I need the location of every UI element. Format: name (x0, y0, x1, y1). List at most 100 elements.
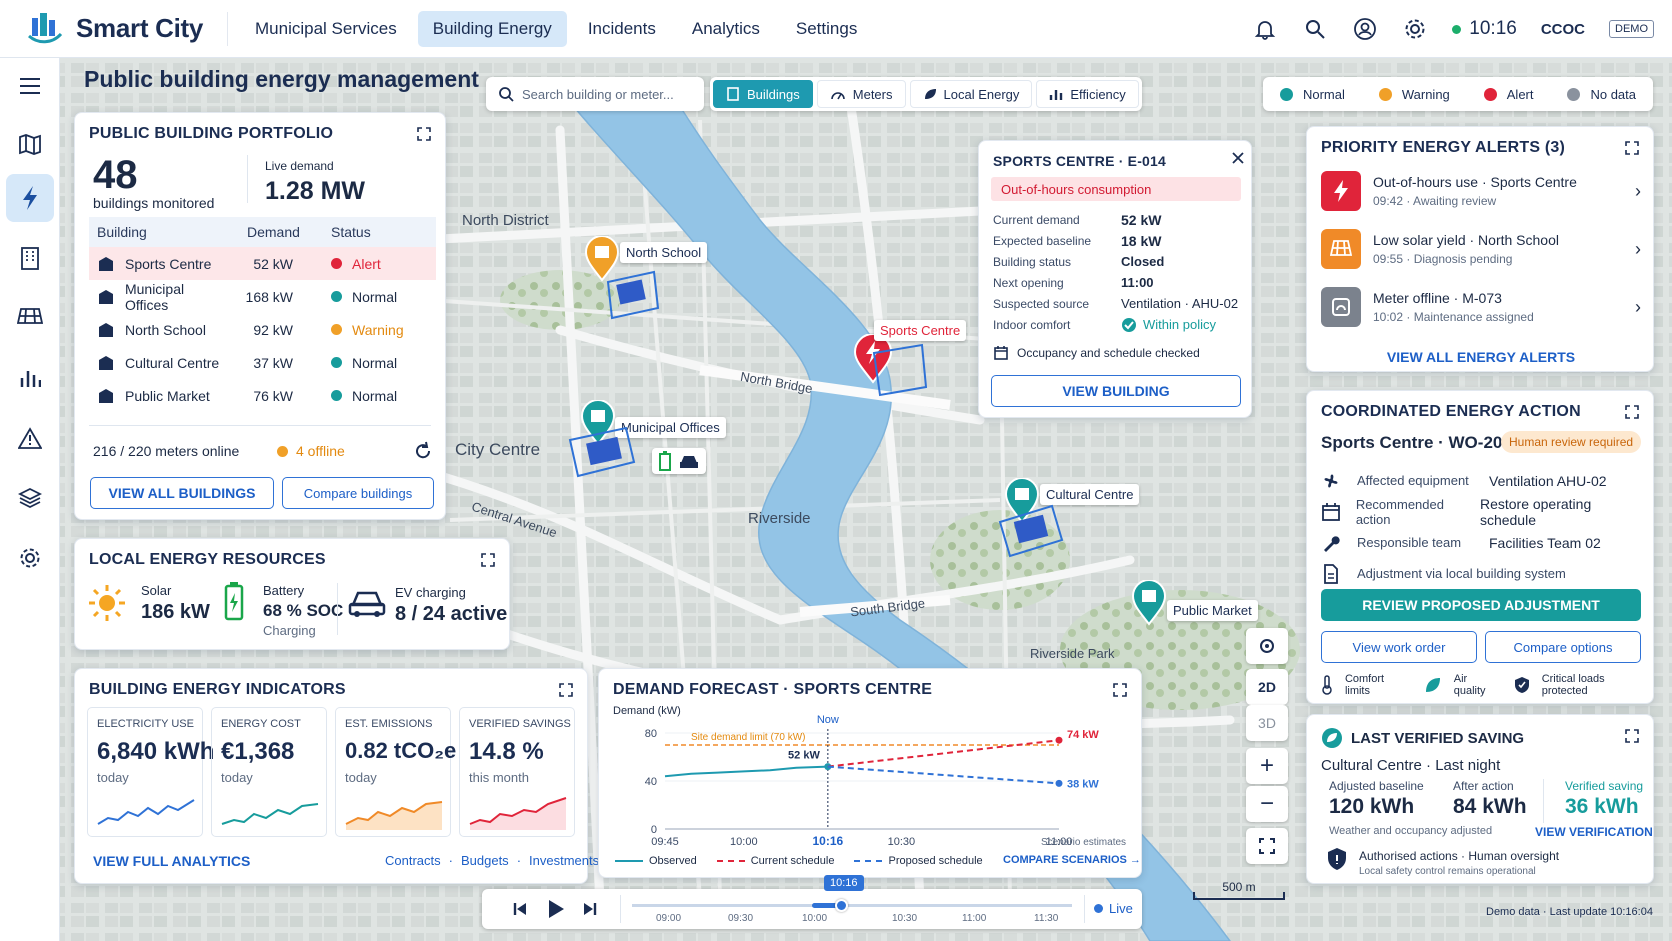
table-row[interactable]: Cultural Centre 37 kW Normal (89, 346, 436, 379)
layer-buildings[interactable]: Buildings (713, 80, 813, 108)
zoom-in-button[interactable]: + (1246, 748, 1288, 784)
kpi-label: ENERGY COST (221, 718, 301, 730)
expand-icon[interactable] (1625, 141, 1639, 155)
map-icon[interactable] (6, 120, 54, 168)
expand-icon[interactable] (559, 683, 573, 697)
menu-icon[interactable] (6, 62, 54, 110)
skip-back-icon[interactable] (512, 901, 528, 917)
layer-efficiency[interactable]: Efficiency (1036, 80, 1139, 108)
warning-icon[interactable] (6, 414, 54, 462)
timeline-handle[interactable] (835, 899, 848, 912)
ev-label: EV charging (395, 585, 466, 600)
alert-item[interactable]: Meter offline · M-073 10:02 · Maintenance… (1321, 287, 1641, 327)
alert-item[interactable]: Low solar yield · North School 09:55 · Di… (1321, 229, 1641, 269)
marker-public-market[interactable] (1131, 579, 1167, 629)
budgets-link[interactable]: Budgets (461, 853, 509, 868)
building-popup: SPORTS CENTRE · E-014 Out-of-hours consu… (978, 140, 1252, 418)
kpi-cost[interactable]: ENERGY COST €1,368 today (211, 707, 327, 837)
demand-limit-label: Site demand limit (70 kW) (691, 732, 805, 743)
alert-item[interactable]: Out-of-hours use · Sports Centre 09:42 · … (1321, 171, 1641, 211)
check-circle-icon (1122, 317, 1136, 332)
marker-label-public-market: Public Market (1167, 600, 1258, 621)
zoom-out-button[interactable]: − (1246, 786, 1288, 822)
local-energy-title: LOCAL ENERGY RESOURCES (89, 551, 326, 568)
buildings-icon[interactable] (6, 234, 54, 282)
compare-scenarios-link[interactable]: COMPARE SCENARIOS → (1003, 854, 1141, 866)
leaf-icon (1425, 678, 1440, 692)
popup-key: Building status (993, 254, 1072, 269)
skip-forward-icon[interactable] (582, 901, 598, 917)
user-icon[interactable] (1352, 16, 1378, 42)
table-row[interactable]: Municipal Offices 168 kW Normal (89, 280, 436, 313)
expand-icon[interactable] (417, 127, 431, 141)
fullscreen-button[interactable] (1246, 828, 1288, 864)
view-work-order-button[interactable]: View work order (1321, 631, 1477, 663)
contracts-link[interactable]: Contracts (385, 853, 441, 868)
locate-button[interactable] (1246, 628, 1288, 664)
forecast-card: DEMAND FORECAST · SPORTS CENTRE Demand (… (598, 668, 1142, 878)
energy-bolt-icon[interactable] (6, 174, 54, 222)
view-all-buildings-button[interactable]: VIEW ALL BUILDINGS (90, 477, 274, 509)
expand-icon[interactable] (1625, 729, 1639, 743)
layer-local-energy[interactable]: Local Energy (909, 80, 1033, 108)
view-all-alerts-link[interactable]: VIEW ALL ENERGY ALERTS (1307, 349, 1655, 365)
compare-buildings-button[interactable]: Compare buildings (282, 477, 434, 509)
nav-municipal-services[interactable]: Municipal Services (240, 11, 412, 47)
close-icon[interactable] (1231, 151, 1245, 165)
offline-indicator[interactable]: 4 offline (277, 443, 345, 459)
live-dot-icon (1094, 904, 1103, 913)
solar-panel-icon[interactable] (6, 294, 54, 342)
table-row[interactable]: North School 92 kW Warning (89, 313, 436, 346)
popup-value: 52 kW (1121, 211, 1162, 228)
kpi-electricity[interactable]: ELECTRICITY USE 6,840 kWh today (87, 707, 214, 837)
chart-bar-icon[interactable] (6, 354, 54, 402)
map-label-riverside-park: Riverside Park (1030, 646, 1115, 661)
search-input[interactable]: Search building or meter... (486, 77, 704, 111)
view-full-analytics-link[interactable]: VIEW FULL ANALYTICS (93, 853, 250, 869)
battery-icon (224, 582, 244, 621)
play-icon[interactable] (546, 899, 566, 919)
user-name[interactable]: CCOC (1541, 21, 1585, 38)
series-line-1 (827, 739, 1060, 768)
investments-link[interactable]: Investments (529, 853, 599, 868)
saving-note: Weather and occupancy adjusted (1329, 825, 1493, 837)
nav-incidents[interactable]: Incidents (573, 11, 671, 47)
search-icon[interactable] (1302, 16, 1328, 42)
header-building: Building (97, 224, 147, 240)
alert-title: Out-of-hours use · Sports Centre (1373, 174, 1577, 190)
layers-icon[interactable] (6, 474, 54, 522)
compare-options-button[interactable]: Compare options (1485, 631, 1641, 663)
view-2d-button[interactable]: 2D (1246, 669, 1288, 705)
layer-meters[interactable]: Meters (816, 80, 906, 108)
expand-icon[interactable] (481, 553, 495, 567)
timeline-track[interactable] (632, 904, 1072, 907)
critical-loads-label: Critical loads protected (1541, 673, 1605, 697)
expand-icon[interactable] (1113, 683, 1127, 697)
nav-analytics[interactable]: Analytics (677, 11, 775, 47)
legend-warning: Warning (1378, 87, 1450, 102)
settings-icon[interactable] (6, 534, 54, 582)
view-3d-button[interactable]: 3D (1246, 705, 1288, 741)
kpi-savings[interactable]: VERIFIED SAVINGS 14.8 % this month (459, 707, 575, 837)
nav-settings[interactable]: Settings (781, 11, 872, 47)
refresh-icon[interactable] (413, 441, 433, 461)
expand-icon[interactable] (1625, 405, 1639, 419)
table-row[interactable]: Sports Centre 52 kW Alert (89, 247, 436, 280)
live-indicator[interactable]: Live (1094, 901, 1133, 916)
popup-check-text: Occupancy and schedule checked (1017, 346, 1200, 360)
review-adjustment-button[interactable]: REVIEW PROPOSED ADJUSTMENT (1321, 589, 1641, 621)
table-row[interactable]: Public Market 76 kW Normal (89, 379, 436, 412)
x-tick-label: 10:16 (813, 834, 844, 848)
view-building-button[interactable]: VIEW BUILDING (991, 375, 1241, 407)
calendar-icon (994, 346, 1008, 360)
bell-icon[interactable] (1252, 16, 1278, 42)
view-verification-link[interactable]: VIEW VERIFICATION (1535, 825, 1653, 839)
gear-icon[interactable] (1402, 16, 1428, 42)
brand[interactable]: Smart City (0, 11, 228, 46)
action-value: Ventilation AHU-02 (1489, 472, 1607, 489)
forecast-chart[interactable]: 0408009:45 10:00 10:16 10:30 11:00Site deman… (599, 709, 1143, 849)
kpi-emissions[interactable]: EST. EMISSIONS 0.82 tCO₂e today (335, 707, 456, 837)
kpi-value: 0.82 tCO₂e (345, 738, 457, 763)
map-label-city-centre: City Centre (455, 440, 541, 459)
nav-building-energy[interactable]: Building Energy (417, 10, 567, 47)
